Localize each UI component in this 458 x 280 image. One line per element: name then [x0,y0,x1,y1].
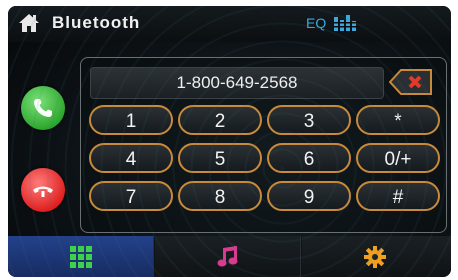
top-bar: Bluetooth EQ [8,6,451,42]
key-5[interactable]: 5 [178,143,262,173]
key-2[interactable]: 2 [178,105,262,135]
backspace-button[interactable] [389,68,433,96]
key-4[interactable]: 4 [89,143,173,173]
tab-settings[interactable] [302,236,451,277]
dial-panel: 1-800-649-2568 1 2 3 * 4 5 6 0/+ 7 8 9 # [80,57,447,233]
eq-label[interactable]: EQ [306,15,326,31]
equalizer-icon[interactable] [334,15,360,31]
hang-up-button[interactable] [21,168,65,212]
key-hash[interactable]: # [356,181,440,211]
key-9[interactable]: 9 [267,181,351,211]
key-3[interactable]: 3 [267,105,351,135]
key-1[interactable]: 1 [89,105,173,135]
settings-gear-icon [364,246,386,268]
key-star[interactable]: * [356,105,440,135]
bottom-tab-bar [8,236,451,277]
key-7[interactable]: 7 [89,181,173,211]
phone-number-display: 1-800-649-2568 [90,67,384,99]
music-note-icon [217,246,238,267]
tab-music[interactable] [155,236,301,277]
bluetooth-phone-screen: Bluetooth EQ 1-800-649-2568 1 2 3 * 4 5 … [8,6,451,277]
key-zero-plus[interactable]: 0/+ [356,143,440,173]
call-icon [34,99,52,117]
key-6[interactable]: 6 [267,143,351,173]
home-icon[interactable] [18,13,40,33]
page-title: Bluetooth [52,13,141,32]
key-8[interactable]: 8 [178,181,262,211]
tab-keypad[interactable] [8,236,154,277]
hang-up-icon [33,186,53,197]
keypad-grid-icon [70,246,92,268]
call-button[interactable] [21,86,65,130]
